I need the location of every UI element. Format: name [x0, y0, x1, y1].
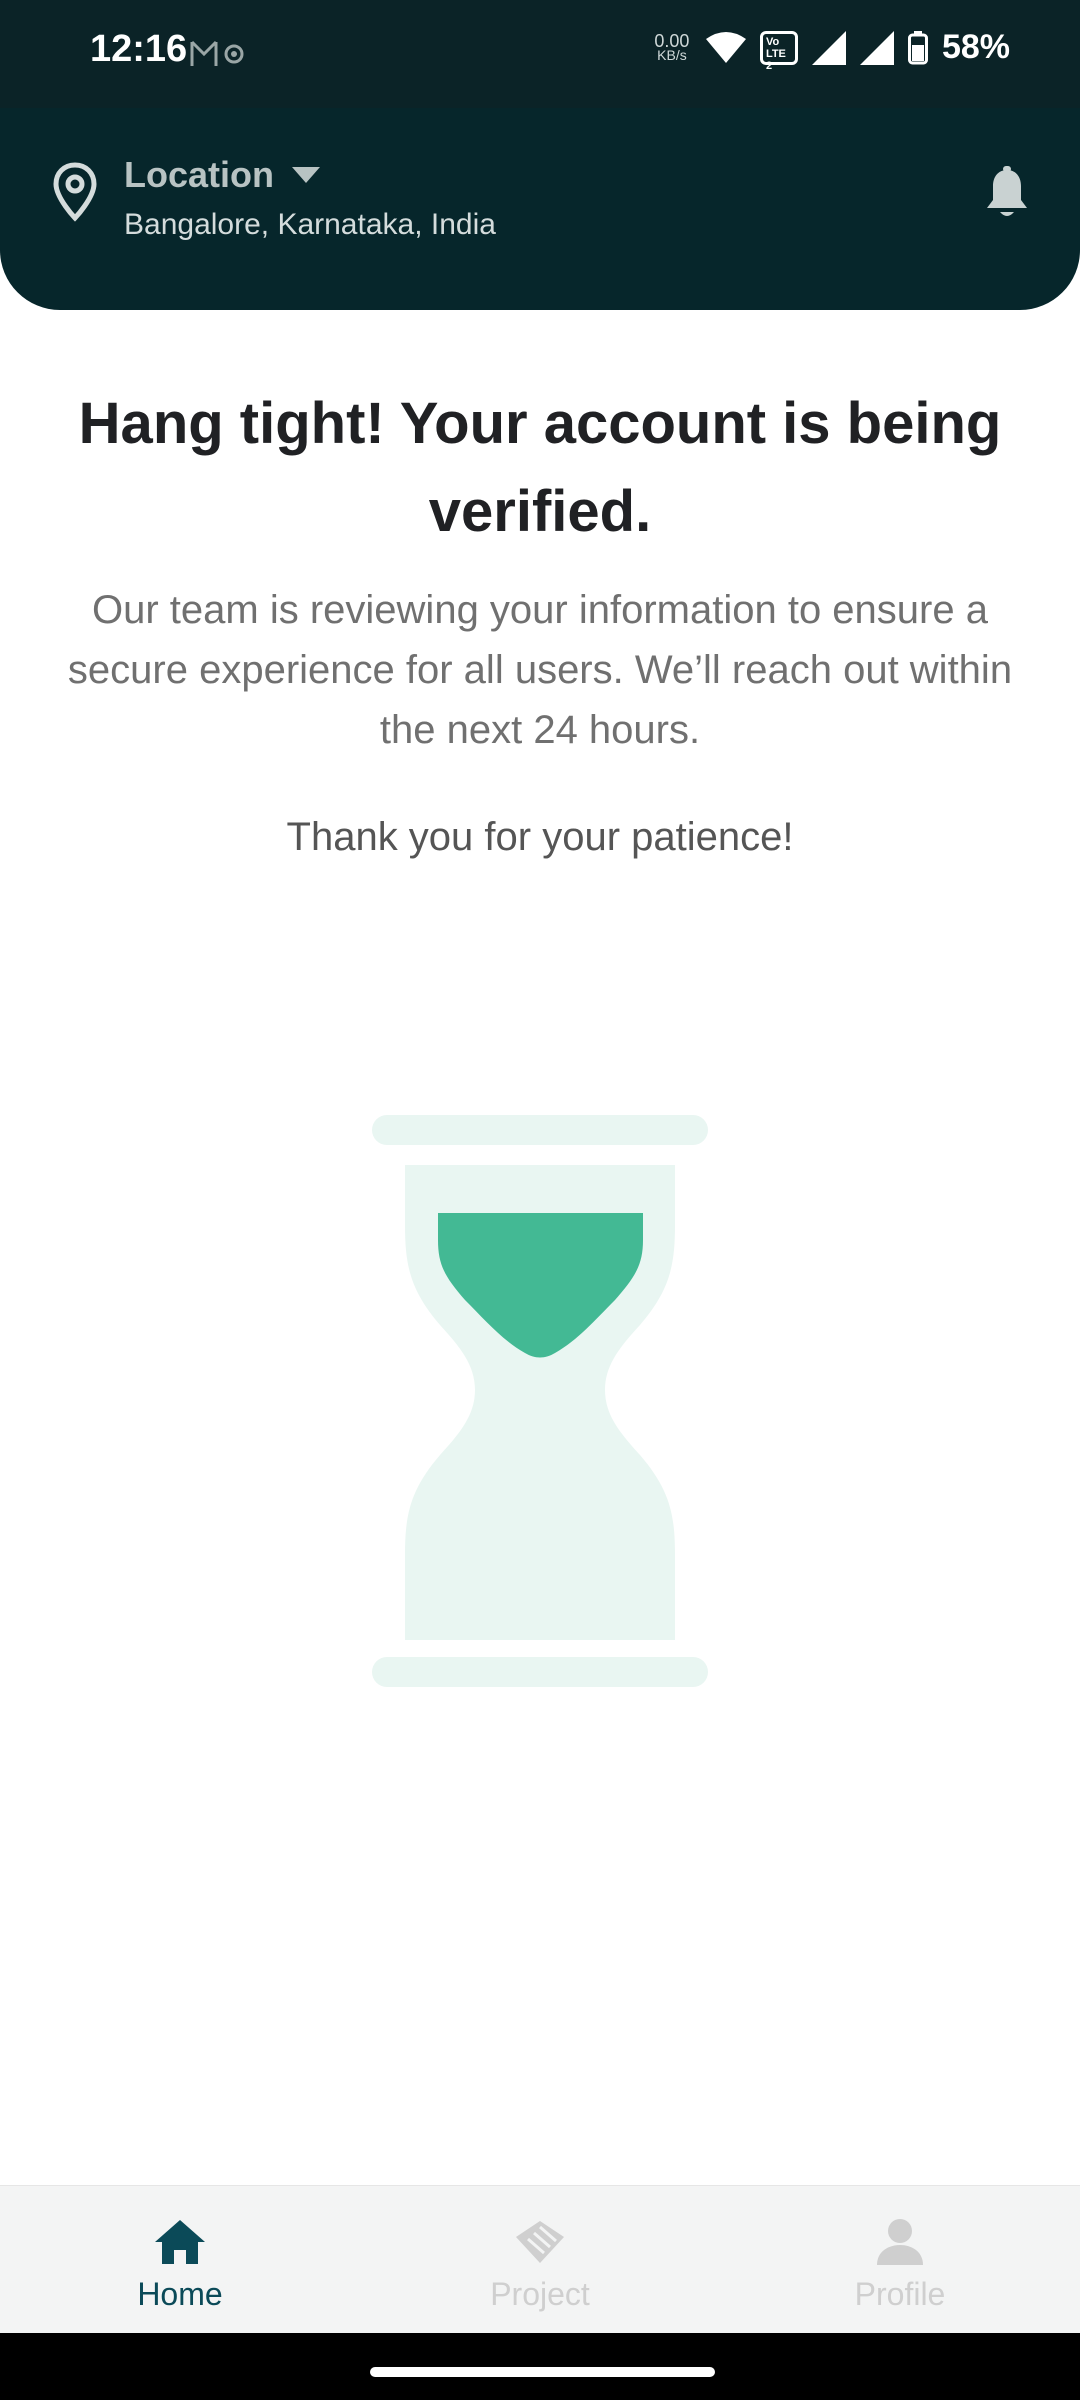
nav-item-home[interactable]: Home	[70, 2214, 290, 2313]
system-gesture-area	[0, 2333, 1080, 2400]
volte-badge: Vo LTE 2	[759, 30, 798, 72]
nav-item-project[interactable]: Project	[430, 2214, 650, 2313]
person-icon	[790, 2214, 1010, 2270]
thanks-message: Thank you for your patience!	[286, 815, 794, 859]
data-rate-unit: KB/s	[657, 46, 687, 63]
signal-icon	[811, 30, 846, 65]
home-icon	[70, 2214, 290, 2270]
data-rate-value: 0.00	[654, 30, 690, 51]
volte-label: Vo LTE	[765, 35, 786, 60]
location-dropdown[interactable]: Location	[124, 154, 320, 196]
status-bar: 12:16 0.00 KB/s Vo LTE 2 58%	[0, 0, 1080, 108]
wifi-icon	[705, 31, 746, 63]
notification-icons	[190, 38, 246, 75]
status-right-icons: 0.00 KB/s Vo LTE 2 58%	[652, 28, 1010, 72]
battery-icon	[907, 30, 928, 64]
nav-label-project: Project	[490, 2276, 590, 2312]
status-time: 12:16	[90, 28, 188, 70]
notification-bell-icon[interactable]	[984, 166, 1030, 225]
nav-label-profile: Profile	[854, 2276, 946, 2312]
bottom-navigation: Home Project Profile	[0, 2185, 1080, 2334]
handshake-icon	[430, 2214, 650, 2270]
data-rate: 0.00 KB/s	[652, 30, 692, 63]
location-pin-icon	[52, 162, 98, 227]
hourglass-icon	[370, 1115, 710, 1700]
caret-down-icon	[292, 167, 320, 183]
nav-item-profile[interactable]: Profile	[790, 2214, 1010, 2313]
volte-sim: 2	[765, 59, 773, 72]
gmail-icon	[190, 40, 244, 66]
location-header: Location Bangalore, Karnataka, India	[0, 108, 1080, 310]
location-label: Location	[124, 154, 274, 195]
battery-percent: 58%	[941, 28, 1010, 66]
verification-description: Our team is reviewing your information t…	[67, 588, 1013, 752]
gesture-handle[interactable]	[370, 2367, 715, 2377]
signal-icon-2	[859, 30, 894, 65]
nav-label-home: Home	[137, 2276, 223, 2312]
page-title: Hang tight! Your account is being verifi…	[78, 391, 1002, 544]
location-value: Bangalore, Karnataka, India	[124, 208, 496, 241]
